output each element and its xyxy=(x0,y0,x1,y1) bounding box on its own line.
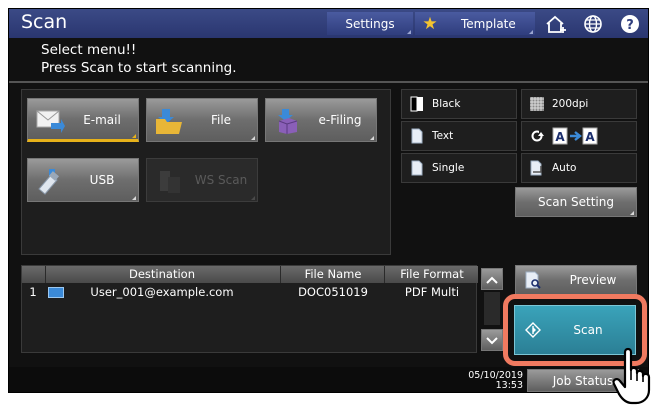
scan-settings-summary: Black 200dpi Text A A Single Auto xyxy=(401,89,637,187)
row-destination: User_001@example.com xyxy=(90,285,234,299)
job-status-label: Job Status xyxy=(552,373,614,388)
file-name-header: File Name xyxy=(304,267,362,281)
row-file-name: DOC051019 xyxy=(298,285,368,299)
efiling-button[interactable]: e-Filing xyxy=(265,98,377,142)
auto-size-icon xyxy=(522,160,552,176)
chevron-up-icon xyxy=(485,270,499,289)
settings-label: Settings xyxy=(345,16,395,31)
corner-arrow-icon xyxy=(132,192,136,200)
svg-text:A: A xyxy=(585,130,595,144)
text-mode-icon xyxy=(402,128,432,144)
corner-arrow-icon xyxy=(529,26,533,34)
status-bar: 05/10/2019 13:53 Job Status xyxy=(9,367,648,392)
email-button[interactable]: E-mail xyxy=(27,98,139,142)
color-mode-value: Black xyxy=(432,98,461,110)
rotation-direction-setting: A A xyxy=(521,121,637,151)
usb-label: USB xyxy=(89,173,115,187)
destination-header: Destination xyxy=(129,267,195,281)
ws-scan-button[interactable]: WS Scan xyxy=(146,158,258,202)
original-mode-setting: Text xyxy=(401,121,517,151)
scroll-up-button[interactable] xyxy=(481,268,503,290)
date-time: 05/10/2019 13:53 xyxy=(457,371,523,391)
corner-arrow-icon xyxy=(407,26,411,34)
title-bar: Scan Settings ★ Template ? xyxy=(9,9,648,38)
usb-button[interactable]: USB xyxy=(27,158,139,202)
job-table: Destination File Name File Format 1 User… xyxy=(21,265,478,353)
time: 13:53 xyxy=(495,380,523,391)
size-value: Auto xyxy=(552,162,577,174)
corner-arrow-icon xyxy=(370,132,374,140)
folder-icon xyxy=(154,107,184,135)
divider xyxy=(9,81,648,83)
email-label: E-mail xyxy=(83,113,121,127)
file-format-header: File Format xyxy=(400,267,464,281)
corner-arrow-icon xyxy=(630,207,634,215)
row-index: 1 xyxy=(29,285,37,299)
home-plus-icon[interactable] xyxy=(541,12,571,35)
column-separator xyxy=(280,266,281,283)
corner-arrow-icon xyxy=(251,132,255,140)
scrollbar-track[interactable] xyxy=(484,292,500,325)
ws-scan-label: WS Scan xyxy=(194,173,248,187)
row-file-format: PDF Multi xyxy=(404,285,460,299)
message-line-1: Select menu!! xyxy=(41,42,137,58)
resolution-setting: 200dpi xyxy=(521,89,637,119)
sides-value: Single xyxy=(432,162,465,174)
efiling-label: e-Filing xyxy=(318,113,362,127)
preview-label: Preview xyxy=(569,273,617,287)
email-icon xyxy=(35,107,65,135)
scroll-down-button[interactable] xyxy=(481,329,503,351)
usb-icon xyxy=(35,167,65,195)
index-header xyxy=(22,266,44,283)
file-label: File xyxy=(210,113,232,127)
original-mode-value: Text xyxy=(432,130,454,142)
start-icon xyxy=(515,322,551,338)
orientation-conversion-icon: A A xyxy=(552,127,600,145)
efiling-icon xyxy=(273,107,303,135)
star-icon: ★ xyxy=(422,13,438,34)
sides-setting: Single xyxy=(401,153,517,183)
table-header: Destination File Name File Format xyxy=(22,266,478,283)
help-icon[interactable]: ? xyxy=(615,12,645,35)
destination-panel: E-mail File e-Filing USB WS Scan xyxy=(21,89,391,255)
rotate-icon xyxy=(522,129,552,143)
chevron-down-icon xyxy=(485,331,499,350)
preview-button[interactable]: Preview xyxy=(515,265,637,295)
size-setting: Auto xyxy=(521,153,637,183)
scan-setting-label: Scan Setting xyxy=(538,195,614,209)
svg-text:?: ? xyxy=(626,18,634,33)
color-mode-setting: Black xyxy=(401,89,517,119)
column-separator xyxy=(384,266,385,283)
svg-text:A: A xyxy=(555,130,565,144)
preview-icon xyxy=(516,271,550,289)
settings-button[interactable]: Settings xyxy=(327,12,413,35)
file-button[interactable]: File xyxy=(146,98,258,142)
message-line-2: Press Scan to start scanning. xyxy=(41,60,237,76)
resolution-icon xyxy=(522,97,552,111)
page-title: Scan xyxy=(21,11,68,33)
template-label: Template xyxy=(461,16,516,31)
instruction-message: Select menu!! Press Scan to start scanni… xyxy=(41,41,237,77)
globe-icon[interactable] xyxy=(578,12,608,35)
corner-arrow-icon xyxy=(132,130,136,138)
pointing-hand-icon xyxy=(612,346,656,406)
scan-label: Scan xyxy=(573,323,603,337)
table-row[interactable]: 1 User_001@example.com DOC051019 PDF Mul… xyxy=(22,284,478,301)
resolution-value: 200dpi xyxy=(552,98,589,110)
ws-scan-icon xyxy=(154,167,184,195)
single-sided-icon xyxy=(402,160,432,176)
black-mode-icon xyxy=(402,96,432,112)
scan-screen: Scan Settings ★ Template ? Select menu!!… xyxy=(8,8,649,393)
corner-arrow-icon xyxy=(251,192,255,200)
scan-setting-button[interactable]: Scan Setting xyxy=(515,187,637,217)
column-separator xyxy=(45,266,46,283)
template-button[interactable]: ★ Template xyxy=(415,12,535,35)
